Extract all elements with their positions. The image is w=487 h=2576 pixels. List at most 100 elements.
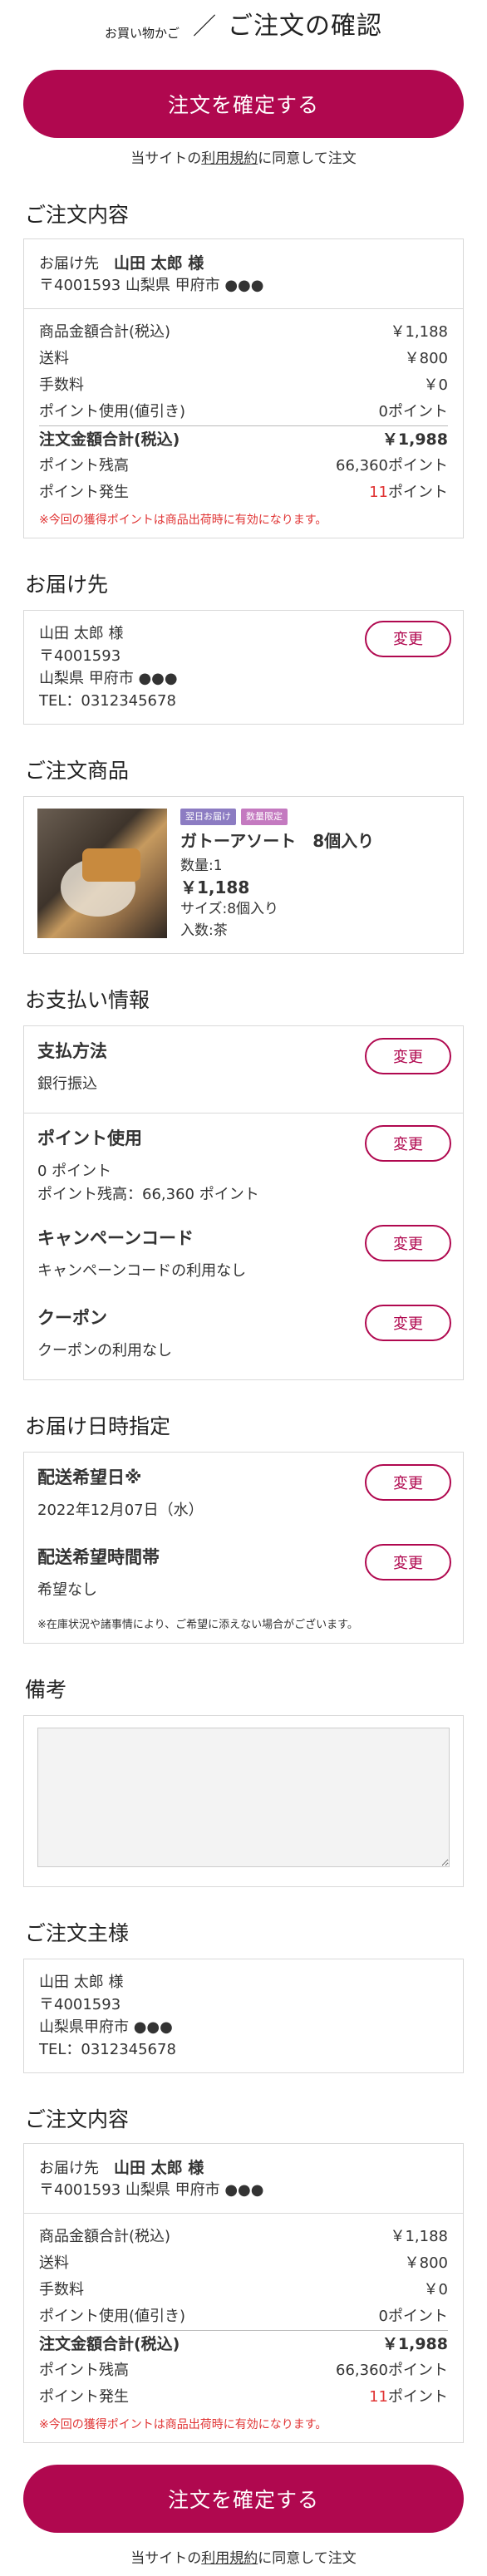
summary-row-label: 商品金額合計(税込) — [39, 323, 171, 341]
campaign-code-block: キャンペーンコード キャンペーンコードの利用なし 変更 — [37, 1225, 451, 1283]
confirm-order-button-bottom[interactable]: 注文を確定する — [23, 2465, 464, 2533]
recipient-name: 山田 太郎 様 — [114, 2159, 204, 2177]
summary-row-label: 商品金額合計(税込) — [39, 2228, 171, 2245]
points-note: ※今回の獲得ポイントは商品出荷時に有効になります。 — [39, 2418, 327, 2431]
point-use-value: 0 ポイント — [37, 1163, 112, 1180]
orderer-zip: 〒4001593 — [39, 1996, 121, 2013]
product-content: 入数:茶 — [180, 922, 228, 939]
summary-row-value: ￥1,188 — [390, 2228, 448, 2245]
change-delivery-button[interactable]: 変更 — [365, 621, 451, 657]
summary-row-value: 0ポイント — [378, 403, 448, 420]
payment-method-value: 銀行振込 — [37, 1075, 97, 1093]
recipient-address: 〒4001593 山梨県 甲府市 ●●● — [39, 2181, 264, 2199]
delivery-address: 山梨県 甲府市 ●●● — [39, 670, 178, 687]
summary-row-label: 手数料 — [39, 2281, 84, 2298]
total-value: ￥1,988 — [381, 2335, 448, 2353]
page-header: お買い物かご ／ ご注文の確認 — [0, 0, 487, 48]
summary-row: 送料 ￥800 — [39, 346, 448, 372]
delivery-time-block: 配送希望時間帯 希望なし 変更 — [37, 1544, 451, 1602]
summary-row-value: 0ポイント — [378, 2308, 448, 2325]
delivery-date-block: 配送希望日※ 2022年12月07日（水） 変更 — [37, 1464, 451, 1522]
balance-value: 66,360ポイント — [336, 2362, 448, 2379]
terms-agreement-top: 当サイトの利用規約に同意して注文 — [0, 146, 487, 167]
earned-unit: ポイント — [388, 484, 448, 501]
product-image[interactable] — [37, 809, 167, 938]
balance-value: 66,360ポイント — [336, 457, 448, 474]
earned-label: ポイント発生 — [39, 484, 129, 501]
payment-info-box: 支払方法 銀行振込 変更 ポイント使用 0 ポイント ポイント残高：66,360… — [23, 1025, 464, 1380]
order-summary-box: お届け先 山田 太郎 様 〒4001593 山梨県 甲府市 ●●● 商品金額合計(… — [23, 238, 464, 538]
balance-label: ポイント残高 — [39, 2362, 129, 2379]
tag-next-day-delivery: 翌日お届け — [180, 809, 236, 825]
summary-total-row: 注文金額合計(税込) ￥1,988 — [39, 2330, 448, 2357]
summary-recipient: お届け先 山田 太郎 様 〒4001593 山梨県 甲府市 ●●● — [24, 239, 463, 308]
order-summary-box-bottom: お届け先 山田 太郎 様 〒4001593 山梨県 甲府市 ●●● 商品金額合計(… — [23, 2143, 464, 2443]
orderer-tel: TEL：0312345678 — [39, 2041, 176, 2058]
summary-row-value: ￥1,188 — [390, 323, 448, 341]
summary-row-label: 送料 — [39, 2254, 69, 2272]
change-payment-method-button[interactable]: 変更 — [365, 1038, 451, 1074]
breadcrumb-cart[interactable]: お買い物かご — [105, 24, 180, 42]
change-delivery-time-button[interactable]: 変更 — [365, 1544, 451, 1581]
terms-link[interactable]: 利用規約 — [201, 150, 258, 167]
product-tags: 翌日お届け 数量限定 — [180, 809, 374, 825]
remarks-textarea[interactable] — [37, 1728, 450, 1867]
terms-agreement-bottom: 当サイトの利用規約に同意して注文 — [0, 2546, 487, 2567]
agree-prefix: 当サイトの — [130, 2550, 202, 2567]
summary-row-value: ￥0 — [423, 376, 448, 394]
recipient-name: 山田 太郎 様 — [114, 254, 204, 273]
product-item: 翌日お届け 数量限定 ガトーアソート 8個入り 数量:1 ￥1,188 サイズ:… — [23, 796, 464, 954]
section-title-payment: お支払い情報 — [25, 988, 150, 1012]
delivery-time-value: 希望なし — [37, 1581, 97, 1599]
total-label: 注文金額合計(税込) — [39, 430, 180, 449]
summary-row: 手数料 ￥0 — [39, 2277, 448, 2303]
section-title-summary: ご注文内容 — [25, 203, 130, 227]
product-quantity: 数量:1 — [180, 858, 223, 874]
summary-row-label: 送料 — [39, 350, 69, 367]
earned-number: 11 — [369, 484, 388, 501]
change-campaign-code-button[interactable]: 変更 — [365, 1225, 451, 1261]
total-value: ￥1,988 — [381, 430, 448, 449]
coupon-value: クーポンの利用なし — [37, 1342, 172, 1359]
summary-row: ポイント使用(値引き) 0ポイント — [39, 399, 448, 425]
earned-unit: ポイント — [388, 2388, 448, 2406]
summary-row-value: ￥800 — [404, 2254, 448, 2272]
balance-label: ポイント残高 — [39, 457, 129, 474]
summary-row-label: ポイント使用(値引き) — [39, 403, 186, 420]
recipient-label: お届け先 — [39, 2160, 99, 2177]
points-note: ※今回の獲得ポイントは商品出荷時に有効になります。 — [39, 514, 327, 527]
agree-prefix: 当サイトの — [130, 150, 202, 167]
summary-recipient: お届け先 山田 太郎 様 〒4001593 山梨県 甲府市 ●●● — [24, 2144, 463, 2213]
agree-suffix: に同意して注文 — [258, 150, 357, 167]
coupon-block: クーポン クーポンの利用なし 変更 — [37, 1305, 451, 1363]
recipient-label: お届け先 — [39, 255, 99, 273]
change-coupon-button[interactable]: 変更 — [365, 1305, 451, 1341]
terms-link[interactable]: 利用規約 — [201, 2550, 258, 2567]
delivery-tel: TEL：0312345678 — [39, 692, 176, 710]
schedule-note: ※在庫状況や諸事情により、ご希望に添えない場合がございます。 — [37, 1619, 358, 1631]
confirm-order-button-top[interactable]: 注文を確定する — [23, 70, 464, 138]
product-info: 翌日お届け 数量限定 ガトーアソート 8個入り 数量:1 ￥1,188 サイズ:… — [167, 809, 374, 941]
summary-row: 手数料 ￥0 — [39, 372, 448, 399]
product-size: サイズ:8個入り — [180, 901, 279, 917]
section-title-products: ご注文商品 — [25, 759, 130, 783]
delivery-address-box: 山田 太郎 様 〒4001593 山梨県 甲府市 ●●● TEL：0312345… — [23, 610, 464, 725]
change-delivery-date-button[interactable]: 変更 — [365, 1464, 451, 1501]
orderer-address: 山梨県甲府市 ●●● — [39, 2018, 173, 2036]
page-title: ご注文の確認 — [228, 12, 383, 41]
summary-row: 商品金額合計(税込) ￥1,188 — [39, 319, 448, 346]
section-title-summary-bottom: ご注文内容 — [25, 2107, 130, 2131]
summary-total-row: 注文金額合計(税込) ￥1,988 — [39, 425, 448, 453]
agree-suffix: に同意して注文 — [258, 2550, 357, 2567]
delivery-schedule-box: 配送希望日※ 2022年12月07日（水） 変更 配送希望時間帯 希望なし 変更… — [23, 1452, 464, 1644]
section-title-schedule: お届け日時指定 — [25, 1414, 171, 1438]
change-points-button[interactable]: 変更 — [365, 1125, 451, 1162]
summary-row: ポイント使用(値引き) 0ポイント — [39, 2303, 448, 2330]
campaign-code-value: キャンペーンコードの利用なし — [37, 1262, 247, 1280]
total-label: 注文金額合計(税込) — [39, 2335, 180, 2353]
earned-number: 11 — [369, 2388, 388, 2406]
tag-limited-quantity: 数量限定 — [241, 809, 288, 825]
summary-rows: 商品金額合計(税込) ￥1,188 送料 ￥800 手数料 ￥0 ポイント使用(値引き… — [24, 308, 463, 538]
order-confirm-page: お買い物かご ／ ご注文の確認 注文を確定する 当サイトの利用規約に同意して注文… — [0, 0, 487, 2576]
summary-row: 送料 ￥800 — [39, 2250, 448, 2277]
